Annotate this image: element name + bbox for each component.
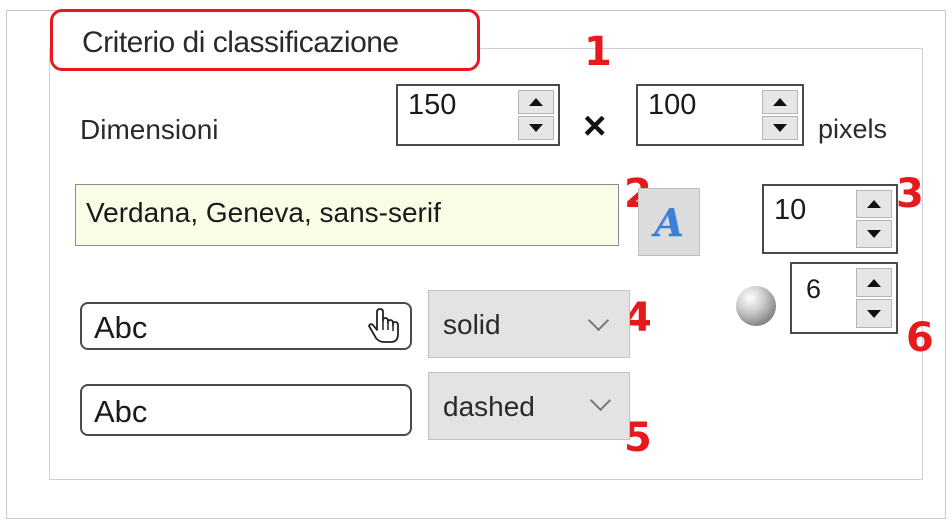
font-family-field[interactable]: Verdana, Geneva, sans-serif [75, 184, 619, 246]
opacity-circle-icon [736, 286, 776, 326]
spin-up-icon[interactable] [762, 90, 798, 114]
callout-3: 3 [896, 171, 924, 217]
font-family-value: Verdana, Geneva, sans-serif [86, 197, 441, 228]
spin-down-icon[interactable] [856, 220, 892, 248]
border-style-value: dashed [443, 391, 535, 422]
spin-up-icon[interactable] [856, 190, 892, 218]
height-spin-buttons [762, 90, 798, 140]
border-preview-solid[interactable]: Abc [80, 302, 412, 350]
callout-6: 6 [906, 315, 934, 361]
border-style-select-dashed[interactable]: dashed [428, 372, 630, 440]
times-symbol: × [583, 104, 607, 148]
pixels-unit-label: pixels [818, 114, 888, 144]
font-picker-button[interactable]: A [638, 188, 700, 256]
border-preview-text: Abc [94, 394, 148, 429]
border-style-value: solid [443, 309, 501, 340]
chevron-down-icon [589, 389, 612, 412]
hand-cursor-icon [368, 308, 399, 343]
opacity-value: 6 [806, 274, 822, 304]
font-picker-icon: A [654, 199, 684, 245]
groupbox-legend: Criterio di classificazione [82, 26, 399, 59]
font-size-spin-buttons [856, 190, 892, 248]
width-value: 150 [408, 89, 457, 121]
border-style-select-solid[interactable]: solid [428, 290, 630, 358]
font-size-spinbox[interactable]: 10 [762, 184, 898, 254]
width-spinbox[interactable]: 150 [396, 84, 560, 146]
spin-up-icon[interactable] [518, 90, 554, 114]
spin-up-icon[interactable] [856, 268, 892, 297]
opacity-spin-buttons [856, 268, 892, 328]
height-value: 100 [648, 89, 697, 121]
spin-down-icon[interactable] [856, 299, 892, 328]
height-spinbox[interactable]: 100 [636, 84, 804, 146]
dimensions-label: Dimensioni [80, 114, 219, 145]
callout-1: 1 [584, 29, 612, 75]
width-spin-buttons [518, 90, 554, 140]
font-size-value: 10 [774, 194, 807, 226]
border-preview-text: Abc [94, 310, 148, 345]
spin-down-icon[interactable] [518, 116, 554, 140]
opacity-spinbox[interactable]: 6 [790, 262, 898, 334]
chevron-down-icon [587, 309, 610, 332]
spin-down-icon[interactable] [762, 116, 798, 140]
border-preview-dashed[interactable]: Abc [80, 384, 412, 436]
